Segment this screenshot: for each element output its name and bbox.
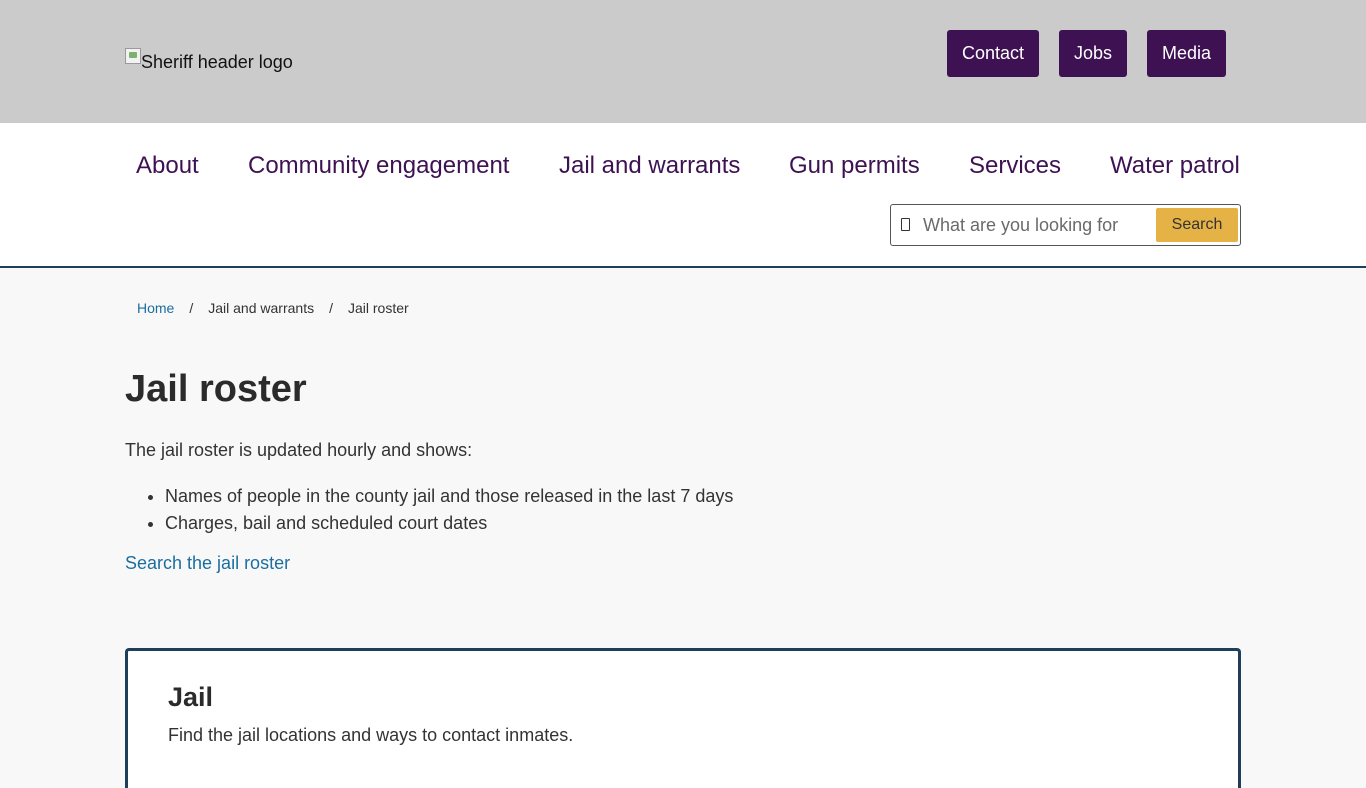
top-header: Sheriff header logo Contact Jobs Media	[0, 0, 1366, 123]
nav-item-about[interactable]: About	[136, 152, 199, 180]
breadcrumb-home-link[interactable]: Home	[137, 300, 174, 316]
page-title: Jail roster	[125, 368, 307, 410]
nav-item-gun-permits[interactable]: Gun permits	[789, 152, 920, 180]
nav-item-water-patrol[interactable]: Water patrol	[1110, 152, 1240, 180]
search-icon	[901, 218, 910, 231]
jail-info-card[interactable]: Jail Find the jail locations and ways to…	[125, 648, 1241, 788]
nav-item-community-engagement[interactable]: Community engagement	[248, 152, 509, 180]
search-input[interactable]	[923, 211, 1148, 239]
media-button[interactable]: Media	[1147, 30, 1226, 77]
breadcrumb-jail-and-warrants: Jail and warrants	[208, 300, 315, 316]
contact-button[interactable]: Contact	[947, 30, 1039, 77]
search-button[interactable]: Search	[1156, 208, 1238, 242]
intro-text: The jail roster is updated hourly and sh…	[125, 440, 473, 460]
breadcrumb-separator: /	[189, 300, 194, 316]
sheriff-logo[interactable]: Sheriff header logo	[125, 48, 293, 72]
logo-alt-text: Sheriff header logo	[141, 52, 293, 72]
card-description: Find the jail locations and ways to cont…	[168, 725, 574, 745]
broken-image-icon	[125, 48, 141, 64]
nav-item-services[interactable]: Services	[969, 152, 1061, 180]
breadcrumb-separator: /	[329, 300, 333, 316]
roster-info-list: Names of people in the county jail and t…	[165, 483, 733, 537]
card-title: Jail	[168, 682, 214, 712]
breadcrumb: Home / Jail and warrants / Jail roster	[137, 300, 409, 316]
main-navigation: About Community engagement Jail and warr…	[0, 123, 1366, 268]
search-jail-roster-link[interactable]: Search the jail roster	[125, 553, 290, 574]
list-item: Names of people in the county jail and t…	[165, 483, 733, 510]
jobs-button[interactable]: Jobs	[1059, 30, 1127, 77]
nav-item-jail-and-warrants[interactable]: Jail and warrants	[559, 152, 740, 180]
list-item: Charges, bail and scheduled court dates	[165, 510, 733, 537]
breadcrumb-current: Jail roster	[347, 300, 409, 316]
search-bar: Search	[890, 204, 1241, 246]
